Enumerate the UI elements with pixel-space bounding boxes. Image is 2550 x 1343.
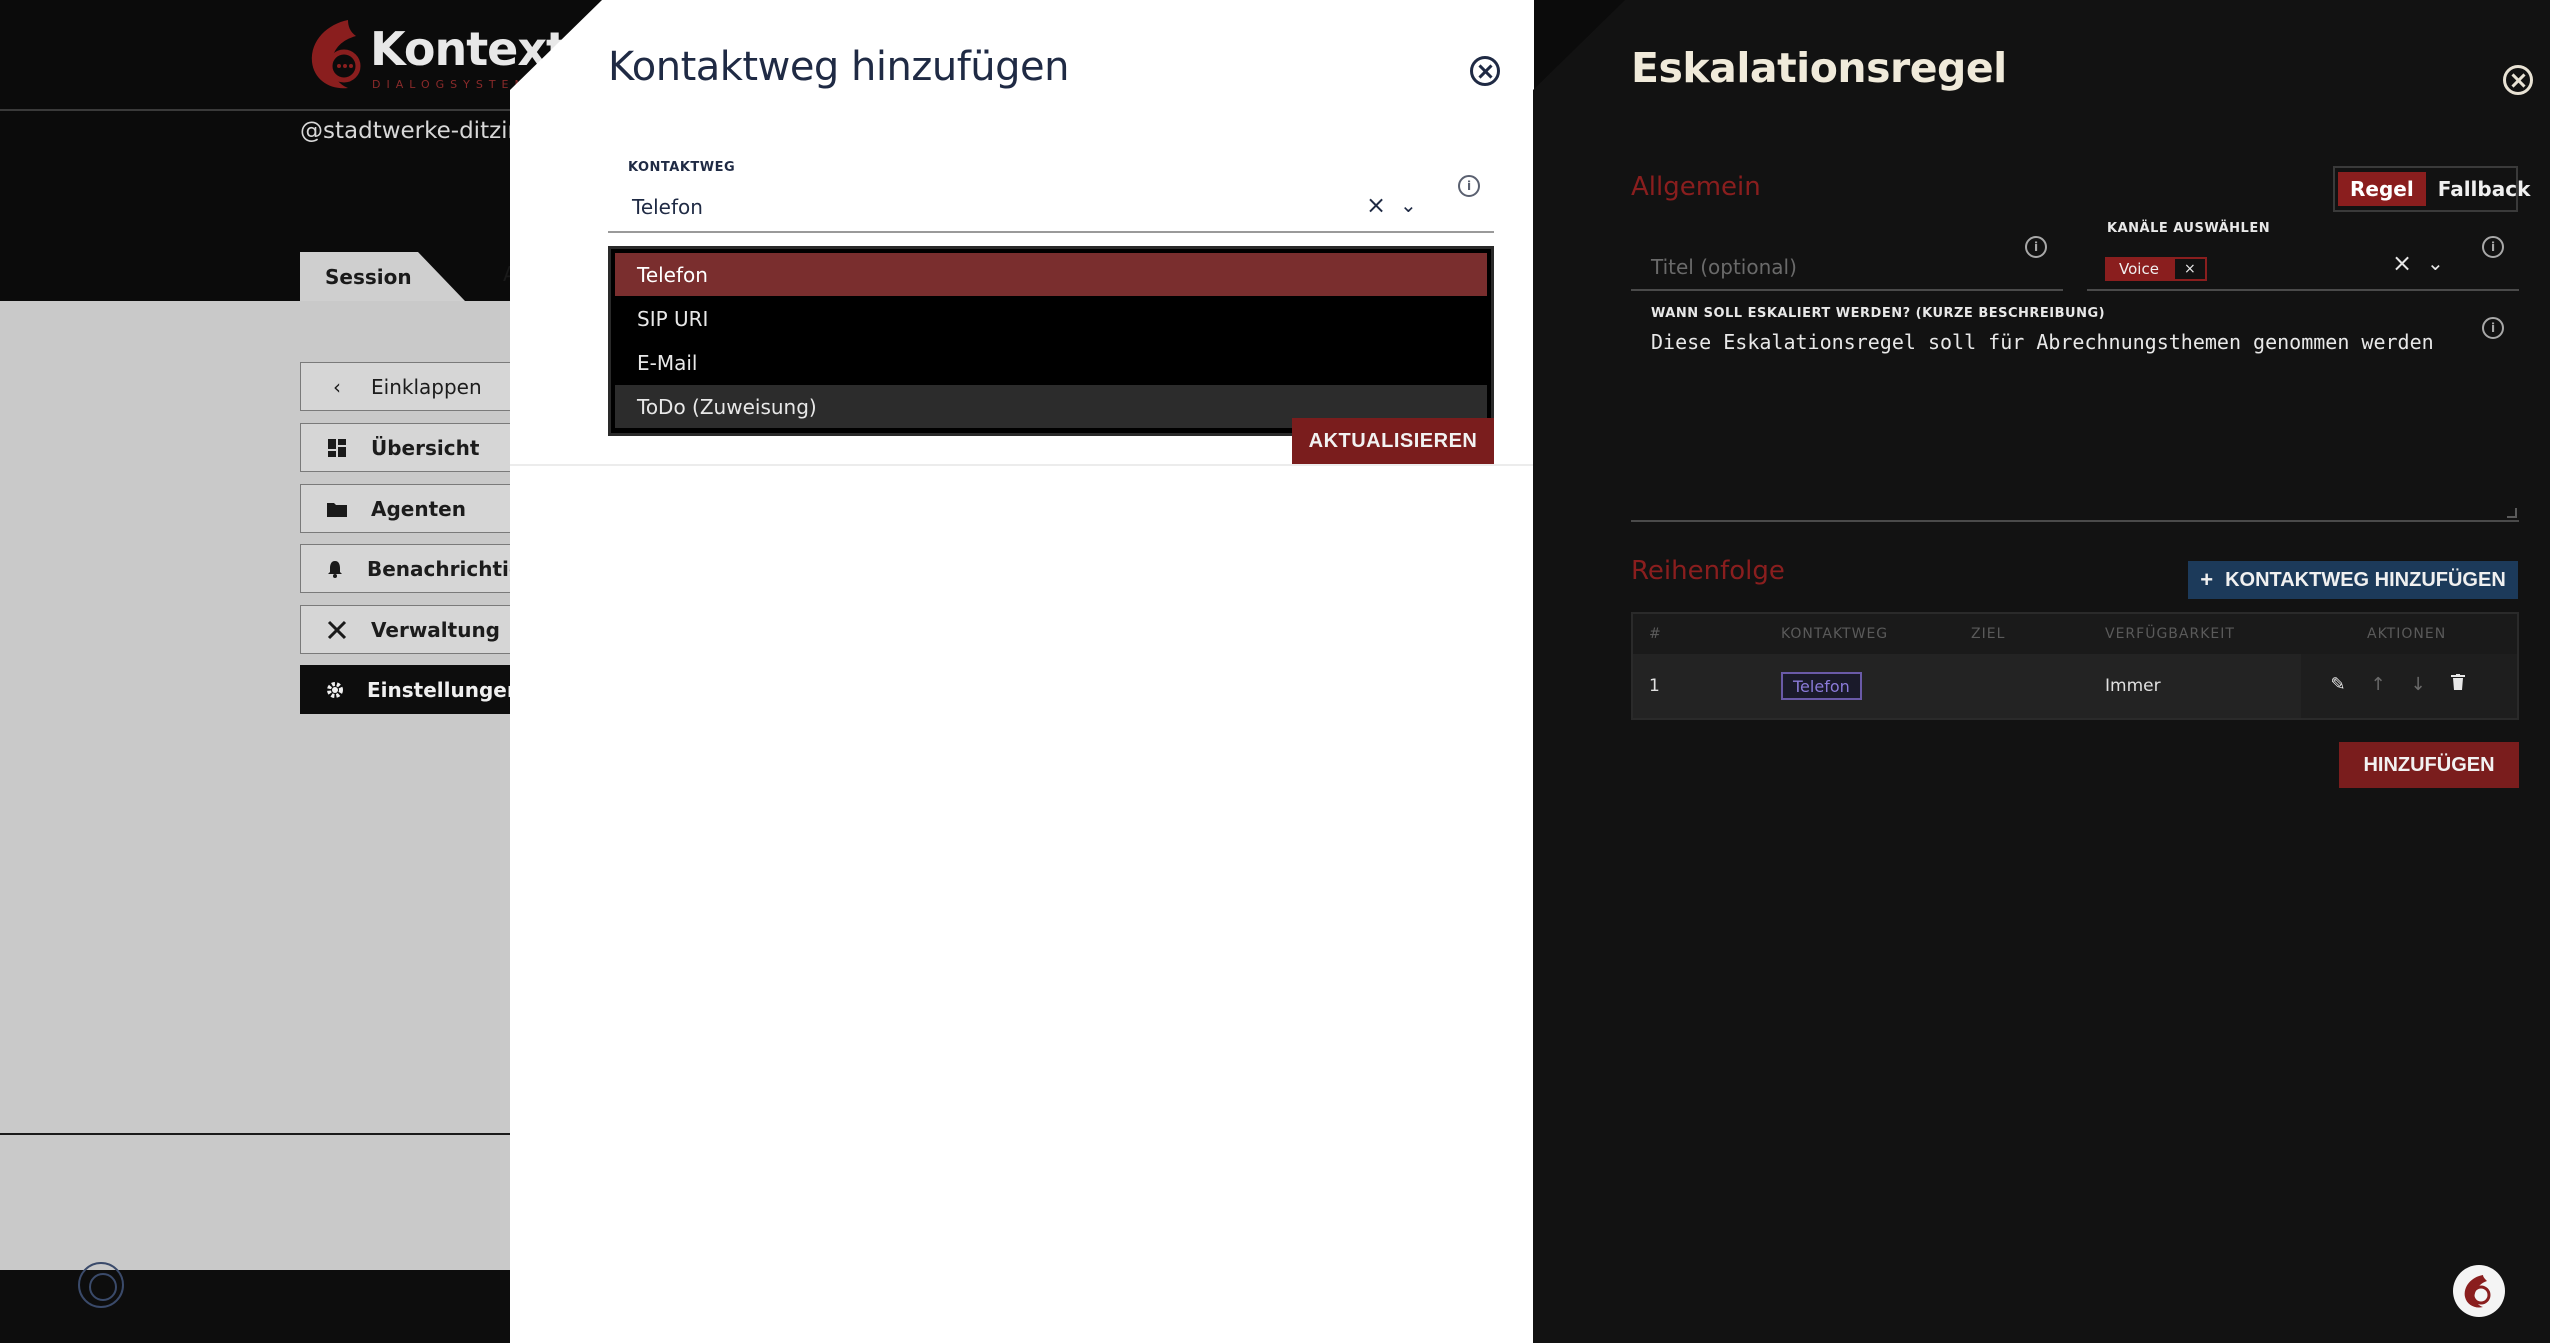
kontaktweg-dropdown: Telefon SIP URI E-Mail ToDo (Zuweisung) [608,246,1494,436]
sidebar-item-uebersicht[interactable]: Übersicht [300,423,515,472]
tools-icon [325,618,349,642]
channel-chip-label: Voice [2105,257,2173,281]
channels-label: KANÄLE AUSWÄHLEN [2107,221,2271,236]
when-textarea[interactable]: Diese Eskalationsregel soll für Abrechnu… [1631,326,2519,522]
column-header: AKTIONEN [2367,626,2447,642]
account-handle: @stadtwerke-ditzing [300,118,537,144]
table-row: 1 Telefon Immer ✎ ↑ ↓ [1633,654,2517,718]
close-icon[interactable] [1470,56,1500,86]
row-actions: ✎ ↑ ↓ [2301,654,2517,718]
add-contact-method-label: KONTAKTWEG HINZUFÜGEN [2225,568,2506,591]
rule-type-toggle: Regel Fallback [2333,166,2530,212]
toggle-fallback-button[interactable]: Fallback [2426,172,2543,206]
clear-icon[interactable]: × [2392,249,2412,277]
tab-label: Session [325,265,412,289]
sidebar-item-label: Verwaltung [371,617,500,642]
sidebar-item-label: Übersicht [371,435,480,460]
sidebar-item-label: Einstellungen [367,677,522,702]
sidebar-item-benachrichtigungen[interactable]: Benachrichtigu [300,544,537,593]
column-header: KONTAKTWEG [1781,626,1889,642]
close-icon[interactable] [2503,65,2533,95]
chevron-left-icon: ‹ [333,374,341,399]
contact-order-table: # KONTAKTWEG ZIEL VERFÜGBARKEIT AKTIONEN… [1631,612,2519,720]
kontaktweg-selected-value: Telefon [632,195,703,219]
dashboard-icon [325,436,349,460]
bell-icon [325,557,345,581]
title-input[interactable]: Titel (optional) [1631,245,2063,291]
info-icon[interactable]: i [2482,317,2504,339]
column-header: # [1649,626,1662,642]
brand-logo-icon [2464,1275,2491,1308]
add-button[interactable]: HINZUFÜGEN [2339,742,2519,788]
modal-title: Kontaktweg hinzufügen [608,44,1069,90]
arrow-up-icon[interactable]: ↑ [2367,674,2389,695]
column-header: VERFÜGBARKEIT [2105,626,2235,642]
info-icon[interactable]: i [1458,175,1480,197]
fingerprint-icon[interactable] [78,1262,124,1308]
edit-icon[interactable]: ✎ [2327,674,2349,695]
sidebar-item-verwaltung[interactable]: Verwaltung [300,605,515,654]
gear-icon [325,678,345,702]
table-header: # KONTAKTWEG ZIEL VERFÜGBARKEIT AKTIONEN [1633,614,2517,654]
modal-divider [510,464,1534,466]
sidebar-item-agenten[interactable]: Agenten [300,484,515,533]
column-header: ZIEL [1971,626,2006,642]
title-placeholder: Titel (optional) [1651,255,1797,279]
resize-handle[interactable] [2507,508,2517,518]
section-general-heading: Allgemein [1631,172,1761,202]
kontaktweg-label: KONTAKTWEG [628,160,736,175]
arrow-down-icon[interactable]: ↓ [2407,674,2429,695]
sidebar-item-label: Einklappen [371,374,482,399]
kontaktweg-select[interactable]: Telefon × ⌄ [608,187,1494,233]
sidebar-item-einstellungen[interactable]: Einstellungen [300,665,521,714]
chevron-down-icon[interactable]: ⌄ [2427,251,2444,275]
channels-select[interactable]: Voice × × ⌄ [2087,245,2519,291]
toggle-regel-button[interactable]: Regel [2338,172,2426,206]
when-value: Diese Eskalationsregel soll für Abrechnu… [1651,330,2434,354]
channel-chip: Voice × [2105,257,2207,281]
panel-title: Eskalationsregel [1631,44,2007,92]
plus-icon: + [2200,567,2214,592]
trash-icon[interactable] [2447,674,2469,695]
info-icon[interactable]: i [2482,236,2504,258]
row-availability: Immer [2105,676,2161,696]
clear-icon[interactable]: × [1366,191,1386,219]
dropdown-option-telefon[interactable]: Telefon [615,253,1487,296]
sidebar-item-label: Agenten [371,496,466,521]
contact-method-badge: Telefon [1781,672,1862,700]
dropdown-option-sip-uri[interactable]: SIP URI [615,297,1487,340]
sidebar-item-einklappen[interactable]: ‹ Einklappen [300,362,515,411]
remove-chip-icon[interactable]: × [2172,257,2207,281]
chevron-down-icon[interactable]: ⌄ [1400,193,1417,217]
update-button[interactable]: AKTUALISIEREN [1292,418,1494,464]
add-contact-method-button[interactable]: + KONTAKTWEG HINZUFÜGEN [2188,561,2518,599]
folder-icon [325,497,349,521]
when-label: WANN SOLL ESKALIERT WERDEN? (KURZE BESCH… [1651,306,2106,321]
section-order-heading: Reihenfolge [1631,556,1785,586]
dropdown-option-email[interactable]: E-Mail [615,341,1487,384]
row-number: 1 [1649,676,1660,696]
info-icon[interactable]: i [2025,236,2047,258]
chat-launcher-button[interactable] [2453,1265,2505,1317]
